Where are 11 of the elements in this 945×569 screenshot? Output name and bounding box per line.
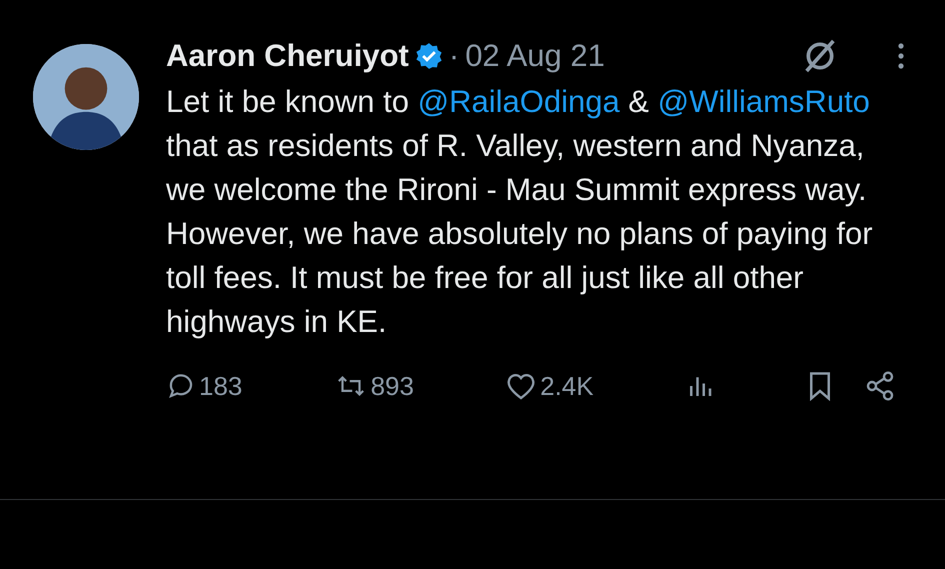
mention-link[interactable]: @RailaOdinga <box>418 84 620 119</box>
reply-count: 183 <box>199 370 242 402</box>
mention-link[interactable]: @WilliamsRuto <box>658 84 870 119</box>
heart-icon <box>505 371 538 401</box>
post-date: 02 Aug 21 <box>465 38 605 74</box>
separator-dot: · <box>448 38 460 74</box>
more-icon[interactable] <box>896 41 906 71</box>
author-name[interactable]: Aaron Cheruiyot <box>166 38 409 74</box>
repost-count: 893 <box>370 370 414 402</box>
like-count: 2.4K <box>540 370 594 402</box>
tweet-text: Let it be known to @RailaOdinga & @WilliamsRuto that as residents of R. Valley, western and Nyanza, we welcome the Rironi - Mau Summit express way. However, we have absolutely no plans of paying for toll fees. It must be free for all just like all other highways in KE. <box>166 83 874 341</box>
